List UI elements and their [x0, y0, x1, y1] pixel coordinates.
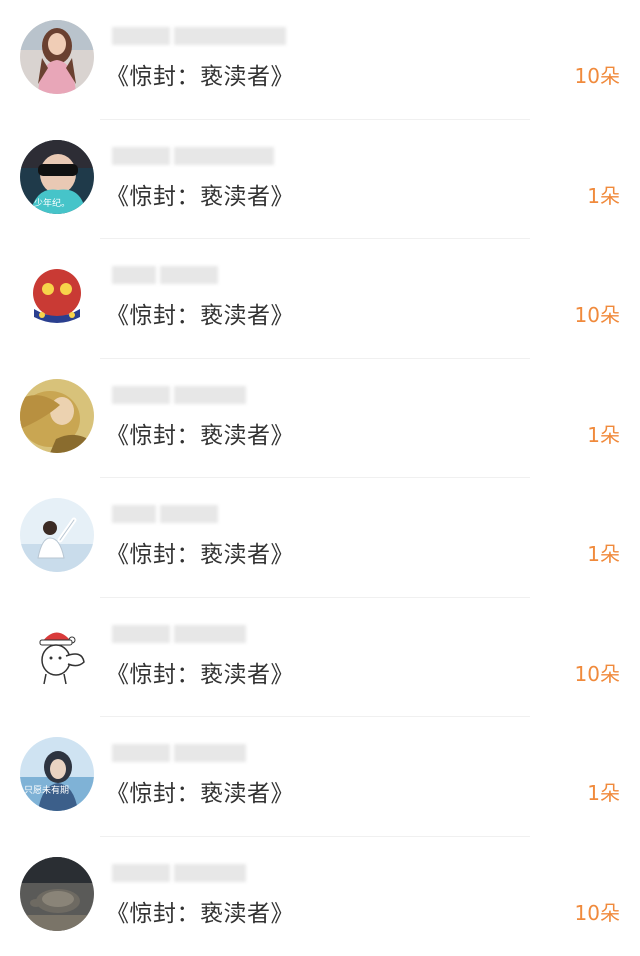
book-title: 《惊封：亵渎者》	[106, 416, 294, 450]
avatar-girl-pink-dress-icon	[20, 20, 94, 94]
avatar-turtle-beach-icon	[20, 857, 94, 931]
list-item[interactable]: 《惊封：亵渎者》 10朵	[0, 239, 640, 359]
book-title: 《惊封：亵渎者》	[106, 894, 294, 928]
svg-text:少年纪。: 少年纪。	[34, 197, 70, 209]
gift-count: 1朵	[587, 419, 620, 448]
username-redacted	[112, 864, 292, 884]
svg-text:只愿未有期: 只愿未有期	[24, 784, 69, 796]
avatar[interactable]	[20, 498, 94, 572]
list-item[interactable]: 《惊封：亵渎者》 10朵	[0, 0, 640, 120]
username-redacted	[112, 266, 292, 286]
book-title: 《惊封：亵渎者》	[106, 177, 294, 211]
username-redacted	[112, 386, 292, 406]
list-item[interactable]: 《惊封：亵渎者》 1朵	[0, 359, 640, 479]
avatar-sunglasses-icon: 少年纪。	[20, 140, 94, 214]
username-redacted	[112, 505, 292, 525]
avatar[interactable]: 少年纪。	[20, 140, 94, 214]
book-title: 《惊封：亵渎者》	[106, 774, 294, 808]
username-redacted	[112, 625, 292, 645]
gift-count: 1朵	[587, 538, 620, 567]
avatar[interactable]	[20, 379, 94, 453]
book-title: 《惊封：亵渎者》	[106, 296, 294, 330]
list-item[interactable]: 少年纪。 《惊封：亵渎者》 1朵	[0, 120, 640, 240]
gift-count: 1朵	[587, 180, 620, 209]
username-redacted	[112, 744, 292, 764]
avatar-girl-blue-icon: 只愿未有期	[20, 737, 94, 811]
avatar-santa-bunny-icon	[20, 618, 94, 692]
list-item[interactable]: 《惊封：亵渎者》 10朵	[0, 598, 640, 718]
list-item[interactable]: 《惊封：亵渎者》 10朵	[0, 837, 640, 956]
gift-count: 10朵	[575, 658, 620, 687]
gift-count: 10朵	[575, 897, 620, 926]
avatar[interactable]	[20, 857, 94, 931]
username-redacted	[112, 147, 292, 167]
gift-count: 10朵	[575, 60, 620, 89]
avatar-red-cartoon-icon	[20, 259, 94, 333]
avatar[interactable]	[20, 20, 94, 94]
avatar[interactable]	[20, 618, 94, 692]
book-title: 《惊封：亵渎者》	[106, 655, 294, 689]
book-title: 《惊封：亵渎者》	[106, 57, 294, 91]
list-item[interactable]: 《惊封：亵渎者》 1朵	[0, 478, 640, 598]
book-title: 《惊封：亵渎者》	[106, 535, 294, 569]
username-redacted	[112, 27, 292, 47]
gift-count: 10朵	[575, 299, 620, 328]
avatar[interactable]: 只愿未有期	[20, 737, 94, 811]
avatar-blonde-hair-icon	[20, 379, 94, 453]
avatar[interactable]	[20, 259, 94, 333]
gift-count: 1朵	[587, 777, 620, 806]
avatar-waving-boy-icon	[20, 498, 94, 572]
list-item[interactable]: 只愿未有期 《惊封：亵渎者》 1朵	[0, 717, 640, 837]
gift-list: 《惊封：亵渎者》 10朵 少年纪。 《惊封：亵渎者》 1朵	[0, 0, 640, 953]
